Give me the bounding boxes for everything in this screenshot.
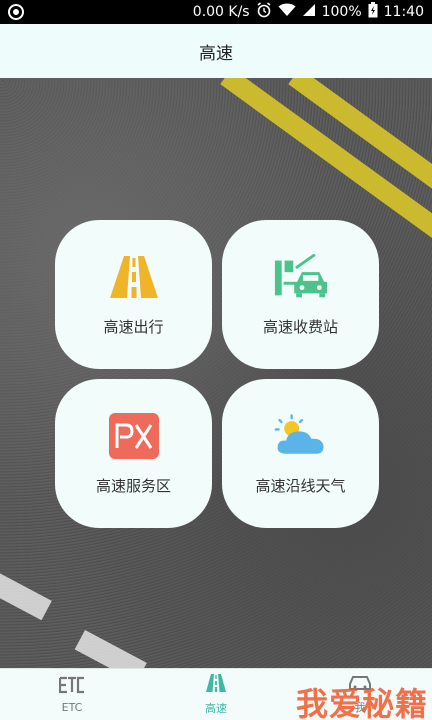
alarm-icon: [256, 2, 272, 22]
status-right: 0.00 K/s 100% 11:40: [193, 0, 424, 24]
main-content: 高速出行 高速收费站 高速服务区 高速沿线天气: [0, 78, 432, 668]
clock: 11:40: [383, 4, 424, 20]
card-label: 高速服务区: [95, 477, 171, 495]
road-marking: [0, 568, 52, 621]
wifi-icon: [278, 3, 296, 21]
card-label: 高速收费站: [262, 318, 338, 336]
etc-icon: [58, 676, 85, 698]
weather-icon: [273, 411, 329, 461]
px-service-area-icon: [106, 411, 162, 461]
battery-charging-icon: [368, 2, 378, 22]
tab-label: 高速: [205, 702, 227, 715]
page-title: 高速: [199, 43, 233, 64]
status-bar: 0.00 K/s 100% 11:40: [0, 0, 432, 24]
app-header: 高速: [0, 24, 432, 78]
signal-icon: [302, 3, 316, 21]
toll-station-icon: [273, 252, 329, 302]
road-icon: [106, 252, 162, 302]
tab-etc[interactable]: ETC: [0, 669, 144, 720]
road-icon: [205, 673, 227, 697]
highway-weather-card[interactable]: 高速沿线天气: [222, 379, 379, 528]
toll-station-card[interactable]: 高速收费站: [222, 220, 379, 369]
card-label: 高速出行: [103, 318, 164, 336]
watermark: 我爱秘籍: [295, 685, 428, 720]
service-area-card[interactable]: 高速服务区: [55, 379, 212, 528]
tab-highway[interactable]: 高速: [144, 669, 288, 720]
notification-icon: [8, 4, 24, 20]
tab-label: ETC: [61, 700, 83, 714]
highway-travel-card[interactable]: 高速出行: [55, 220, 212, 369]
card-label: 高速沿线天气: [255, 477, 346, 495]
battery-percent: 100%: [321, 4, 362, 20]
road-marking: [74, 630, 147, 668]
network-speed: 0.00 K/s: [192, 4, 250, 20]
